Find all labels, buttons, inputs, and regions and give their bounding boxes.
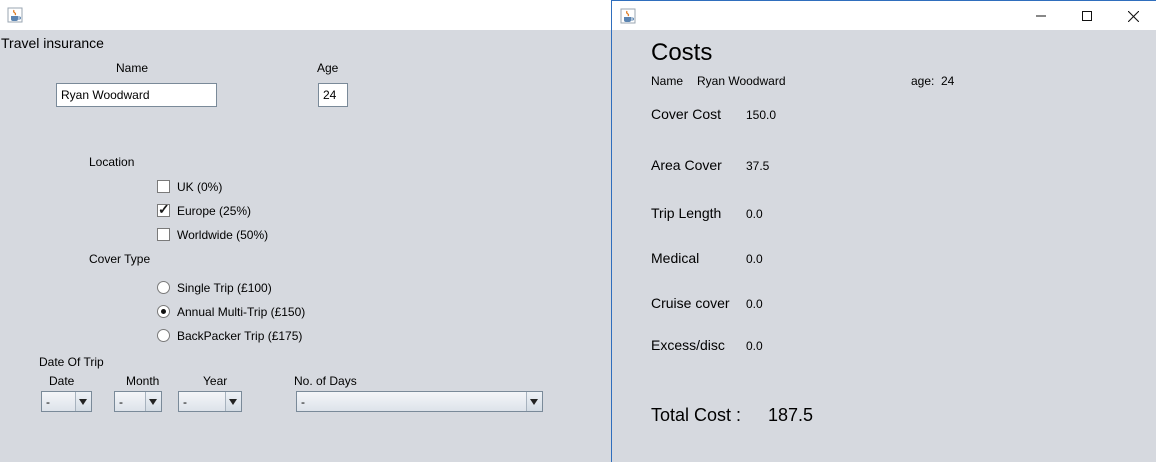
excess-disc-label: Excess/disc [651, 337, 725, 353]
summary-name-value: Ryan Woodward [697, 74, 786, 88]
total-cost-value: 187.5 [768, 405, 814, 425]
excess-disc-value: 0.0 [746, 339, 763, 353]
java-cup-icon [620, 8, 636, 24]
cruise-cover-value: 0.0 [746, 297, 763, 311]
uk-option-label: UK (0%) [177, 180, 223, 194]
total-cost-label: Total Cost : [651, 405, 742, 425]
close-icon [1127, 10, 1139, 22]
radio-selected-dot [161, 309, 166, 314]
date-of-trip-label: Date Of Trip [39, 355, 104, 369]
chevron-down-icon[interactable] [145, 392, 161, 411]
form-heading: Travel insurance [1, 35, 104, 51]
costs-heading: Costs [651, 39, 713, 66]
cover-cost-label: Cover Cost [651, 106, 722, 122]
year-dropdown-value: - [183, 395, 187, 409]
cover-cost-value: 150.0 [746, 108, 777, 122]
summary-age-value: 24 [941, 74, 955, 88]
europe-checkbox[interactable]: ✓ [157, 201, 170, 217]
summary-age-label: age: [911, 74, 935, 88]
single-trip-label: Single Trip (£100) [177, 281, 272, 295]
date-dropdown[interactable]: - [41, 391, 92, 412]
medical-label: Medical [651, 250, 700, 266]
chevron-down-icon[interactable] [75, 392, 91, 411]
worldwide-option-label: Worldwide (50%) [177, 228, 269, 242]
age-input[interactable] [318, 83, 348, 107]
trip-length-value: 0.0 [746, 207, 763, 221]
area-cover-label: Area Cover [651, 157, 722, 173]
annual-multi-trip-radio[interactable] [157, 305, 170, 318]
worldwide-checkbox[interactable] [157, 228, 170, 241]
minimize-button[interactable] [1018, 1, 1064, 31]
chevron-down-icon[interactable] [225, 392, 241, 411]
age-label: Age [317, 61, 339, 75]
year-dropdown[interactable]: - [178, 391, 242, 412]
maximize-button[interactable] [1064, 1, 1110, 31]
area-cover-value: 37.5 [746, 159, 770, 173]
maximize-icon [1082, 11, 1092, 21]
close-button[interactable] [1110, 1, 1156, 31]
date-label: Date [49, 374, 75, 388]
name-label: Name [116, 61, 149, 75]
days-dropdown[interactable]: - [296, 391, 543, 412]
java-cup-icon [7, 7, 23, 23]
travel-insurance-window: Travel insurance Name Age Location UK (0… [0, 0, 612, 462]
chevron-down-icon[interactable] [526, 392, 542, 411]
month-label: Month [126, 374, 160, 388]
check-mark-icon: ✓ [158, 201, 170, 217]
medical-value: 0.0 [746, 252, 763, 266]
name-input[interactable] [56, 83, 217, 107]
cruise-cover-label: Cruise cover [651, 295, 730, 311]
left-title-bar[interactable] [0, 0, 612, 30]
month-dropdown[interactable]: - [114, 391, 162, 412]
location-label: Location [89, 155, 135, 169]
backpacker-trip-radio[interactable] [157, 329, 170, 342]
backpacker-trip-label: BackPacker Trip (£175) [177, 329, 303, 343]
days-dropdown-value: - [301, 395, 305, 409]
summary-name-label: Name [651, 74, 684, 88]
minimize-icon [1036, 15, 1046, 17]
right-title-bar[interactable] [612, 0, 1156, 30]
single-trip-radio[interactable] [157, 281, 170, 294]
annual-multi-trip-label: Annual Multi-Trip (£150) [177, 305, 306, 319]
costs-window: Costs Name Ryan Woodward age: 24 Cover C… [611, 0, 1156, 462]
date-dropdown-value: - [46, 395, 50, 409]
month-dropdown-value: - [119, 395, 123, 409]
days-label: No. of Days [294, 374, 357, 388]
cover-type-label: Cover Type [89, 252, 151, 266]
uk-checkbox[interactable] [157, 180, 170, 193]
year-label: Year [203, 374, 228, 388]
trip-length-label: Trip Length [651, 205, 722, 221]
europe-option-label: Europe (25%) [177, 204, 252, 218]
